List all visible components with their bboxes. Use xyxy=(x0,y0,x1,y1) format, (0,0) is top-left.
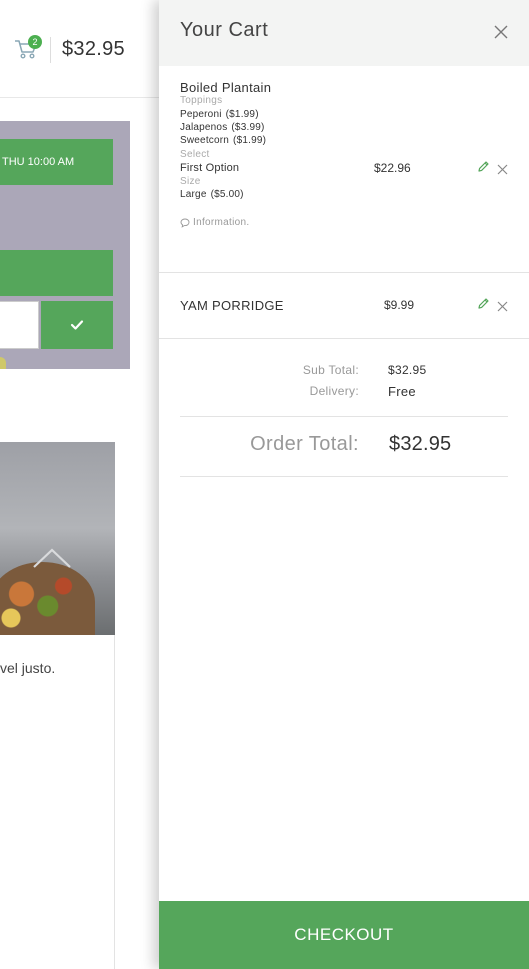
option-name: First Option xyxy=(180,162,240,174)
checkmark-icon xyxy=(70,320,84,330)
pencil-icon[interactable] xyxy=(477,297,490,310)
option-name: Sweetcorn xyxy=(180,135,230,146)
option-name: Peperoni xyxy=(180,109,222,120)
option-price: ($1.99) xyxy=(225,109,259,120)
chevron-up-icon[interactable] xyxy=(32,546,72,570)
option-line: First Option xyxy=(180,162,239,174)
option-line: Jalapenos ($3.99) xyxy=(180,122,265,133)
option-name: Jalapenos xyxy=(180,122,228,133)
close-icon[interactable] xyxy=(493,24,509,40)
option-group-label: Toppings xyxy=(180,95,223,106)
cart-item-price: $22.96 xyxy=(374,161,411,175)
option-name: Large xyxy=(180,189,207,200)
option-group-label: Size xyxy=(180,176,201,187)
item-information-link[interactable]: Information. xyxy=(180,217,249,228)
checkout-button[interactable]: CHECKOUT xyxy=(159,901,529,969)
option-line: Large ($5.00) xyxy=(180,189,244,200)
delivery-label: Delivery: xyxy=(309,384,359,398)
divider xyxy=(180,416,508,417)
option-price: ($1.99) xyxy=(233,135,267,146)
product-card: vel justo. xyxy=(0,442,115,969)
subtotal-value: $32.95 xyxy=(388,363,427,377)
product-description: vel justo. xyxy=(0,660,56,676)
cart-title: Your Cart xyxy=(180,19,269,41)
option-price: ($5.00) xyxy=(210,189,244,200)
header-divider xyxy=(50,37,51,63)
food-photo xyxy=(0,562,95,635)
pickup-time-label: THU 10:00 AM xyxy=(2,156,75,168)
cart-totals: Sub Total: $32.95 Delivery: Free Order T… xyxy=(159,339,529,479)
cart-item: Boiled Plantain Toppings Peperoni ($1.99)… xyxy=(159,66,529,273)
order-options-panel: THU 10:00 AM xyxy=(0,121,130,369)
site-header: 2 $32.95 xyxy=(0,0,160,98)
close-icon[interactable] xyxy=(497,164,508,175)
subtotal-label: Sub Total: xyxy=(302,363,359,377)
divider xyxy=(180,476,508,477)
option-group-label: Select xyxy=(180,149,210,160)
action-button[interactable] xyxy=(0,250,113,296)
confirm-button[interactable] xyxy=(41,301,113,349)
cart-item-name: YAM PORRIDGE xyxy=(180,298,284,313)
decorative-edge xyxy=(0,357,6,369)
delivery-value: Free xyxy=(388,384,416,399)
cart-item-price: $9.99 xyxy=(384,298,415,312)
header-cart-total[interactable]: $32.95 xyxy=(62,38,125,61)
product-image xyxy=(0,442,115,635)
close-icon[interactable] xyxy=(497,301,508,312)
option-line: Sweetcorn ($1.99) xyxy=(180,135,266,146)
order-total-value: $32.95 xyxy=(389,433,452,455)
cart-item: YAM PORRIDGE $9.99 xyxy=(159,273,529,339)
option-price: ($3.99) xyxy=(231,122,265,133)
pencil-icon[interactable] xyxy=(477,160,490,173)
pickup-time-button[interactable]: THU 10:00 AM xyxy=(0,139,113,185)
information-label: Information. xyxy=(193,217,250,228)
order-total-label: Order Total: xyxy=(250,433,359,455)
cart-drawer: Your Cart Boiled Plantain Toppings Peper… xyxy=(159,0,529,969)
text-input[interactable] xyxy=(0,301,39,349)
option-line: Peperoni ($1.99) xyxy=(180,109,259,120)
cart-count-badge: 2 xyxy=(28,35,42,49)
speech-bubble-icon xyxy=(180,218,190,228)
cart-item-name: Boiled Plantain xyxy=(180,80,272,95)
cart-header: Your Cart xyxy=(159,0,529,66)
